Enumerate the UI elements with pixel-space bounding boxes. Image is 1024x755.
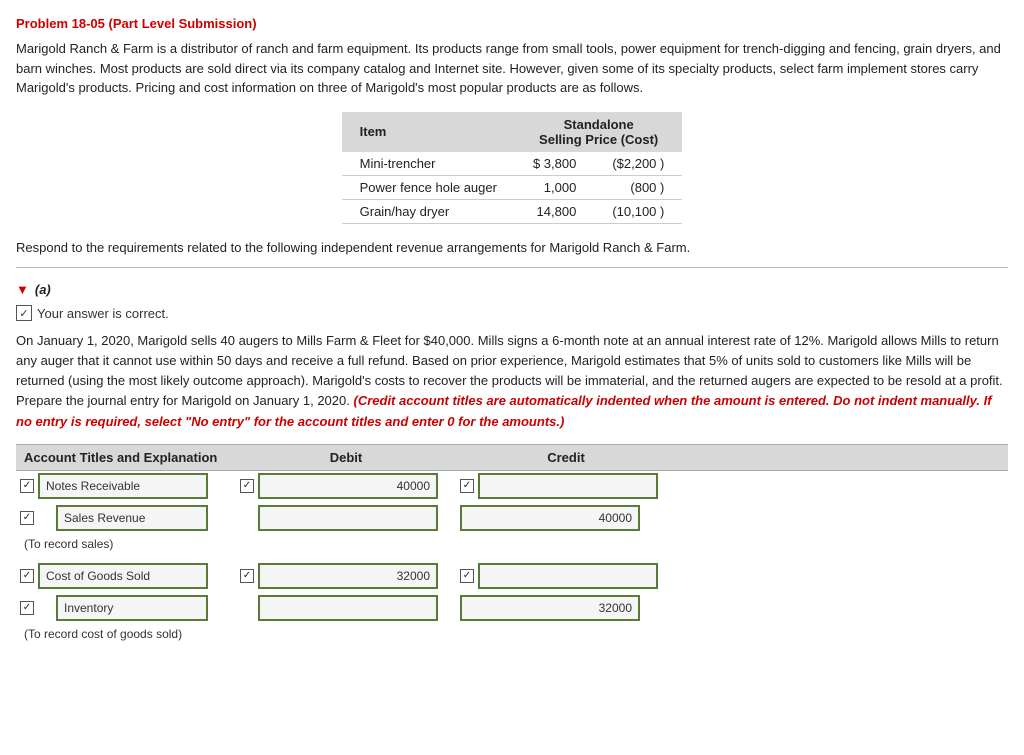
- journal-entry-2: ✓ ✓ ✓ ✓ (To record co: [16, 561, 1008, 647]
- entry2-credit-input[interactable]: [460, 595, 640, 621]
- entry1-debit-amount-cell: ✓: [236, 471, 456, 501]
- entry1-label: (To record sales): [16, 535, 1008, 557]
- entry1-credit-empty-cell: ✓: [456, 471, 676, 501]
- journal-table: Account Titles and Explanation Debit Cre…: [16, 444, 1008, 647]
- entry1-credit-account-check: ✓: [20, 511, 34, 525]
- entry2-debit-check: ✓: [240, 569, 254, 583]
- product-name: Mini-trencher: [342, 152, 515, 176]
- entry1-credit-row: ✓: [16, 503, 1008, 533]
- sales-revenue-input[interactable]: [56, 505, 208, 531]
- entry2-credit-account-check: ✓: [20, 601, 34, 615]
- col-price-header: StandaloneSelling Price (Cost): [515, 112, 682, 152]
- entry1-debit-account-cell: ✓: [16, 471, 236, 501]
- entry2-debit-account-cell: ✓: [16, 561, 236, 591]
- entry1-check-icon: ✓: [20, 479, 34, 493]
- entry2-debit-row: ✓ ✓ ✓: [16, 561, 1008, 591]
- entry2-debit-amount-cell: ✓: [236, 561, 456, 591]
- inventory-input[interactable]: [56, 595, 208, 621]
- table-row: Grain/hay dryer 14,800 (10,100 ): [342, 199, 683, 223]
- section-a-label: (a): [35, 282, 51, 297]
- entry2-credit-empty-input[interactable]: [478, 563, 658, 589]
- entry2-debit-input[interactable]: [258, 563, 438, 589]
- product-name: Power fence hole auger: [342, 175, 515, 199]
- table-row: Mini-trencher $ 3,800 ($2,200 ): [342, 152, 683, 176]
- product-cost: (800 ): [594, 175, 682, 199]
- product-name: Grain/hay dryer: [342, 199, 515, 223]
- journal-col3-header: Credit: [456, 450, 676, 465]
- journal-col2-header: Debit: [236, 450, 456, 465]
- intro-text: Marigold Ranch & Farm is a distributor o…: [16, 39, 1008, 98]
- entry2-credit-account-cell: ✓: [16, 593, 236, 623]
- table-row: Power fence hole auger 1,000 (800 ): [342, 175, 683, 199]
- entry2-debit-empty-cell: [236, 593, 456, 623]
- entry2-credit-row: ✓: [16, 593, 1008, 623]
- product-price: $ 3,800: [515, 152, 594, 176]
- entry1-debit-check: ✓: [240, 479, 254, 493]
- entry1-credit-empty-input[interactable]: [478, 473, 658, 499]
- entry2-credit-amount-cell: [456, 593, 676, 623]
- product-cost: ($2,200 ): [594, 152, 682, 176]
- entry2-credit-empty-cell: ✓: [456, 561, 676, 591]
- entry2-credit-check: ✓: [460, 569, 474, 583]
- checkmark-icon: ✓: [16, 305, 32, 321]
- entry1-debit-input[interactable]: [258, 473, 438, 499]
- problem-title: Problem 18-05 (Part Level Submission): [16, 16, 1008, 31]
- entry1-debit-row: ✓ ✓ ✓: [16, 471, 1008, 501]
- entry2-debit-empty-input[interactable]: [258, 595, 438, 621]
- respond-text: Respond to the requirements related to t…: [16, 238, 1008, 258]
- product-cost: (10,100 ): [594, 199, 682, 223]
- section-divider: [16, 267, 1008, 268]
- product-price: 1,000: [515, 175, 594, 199]
- notes-receivable-input[interactable]: [38, 473, 208, 499]
- section-a-header: ▼ (a): [16, 282, 1008, 297]
- correct-indicator: ✓ Your answer is correct.: [16, 305, 1008, 321]
- collapse-icon[interactable]: ▼: [16, 282, 29, 297]
- entry1-credit-input[interactable]: [460, 505, 640, 531]
- entry2-label: (To record cost of goods sold): [16, 625, 1008, 647]
- product-price: 14,800: [515, 199, 594, 223]
- entry1-credit-account-cell: ✓: [16, 503, 236, 533]
- cost-of-goods-sold-input[interactable]: [38, 563, 208, 589]
- entry2-check-icon: ✓: [20, 569, 34, 583]
- col-item-header: Item: [342, 112, 515, 152]
- entry1-debit-empty-input[interactable]: [258, 505, 438, 531]
- journal-col1-header: Account Titles and Explanation: [16, 450, 236, 465]
- entry1-debit-empty-cell: [236, 503, 456, 533]
- journal-header: Account Titles and Explanation Debit Cre…: [16, 444, 1008, 471]
- entry1-credit-amount-cell: [456, 503, 676, 533]
- scenario-text: On January 1, 2020, Marigold sells 40 au…: [16, 331, 1008, 432]
- entry1-credit-check: ✓: [460, 479, 474, 493]
- correct-text: Your answer is correct.: [37, 306, 169, 321]
- journal-entry-1: ✓ ✓ ✓ ✓ (To record sa: [16, 471, 1008, 557]
- product-table: Item StandaloneSelling Price (Cost) Mini…: [342, 112, 683, 224]
